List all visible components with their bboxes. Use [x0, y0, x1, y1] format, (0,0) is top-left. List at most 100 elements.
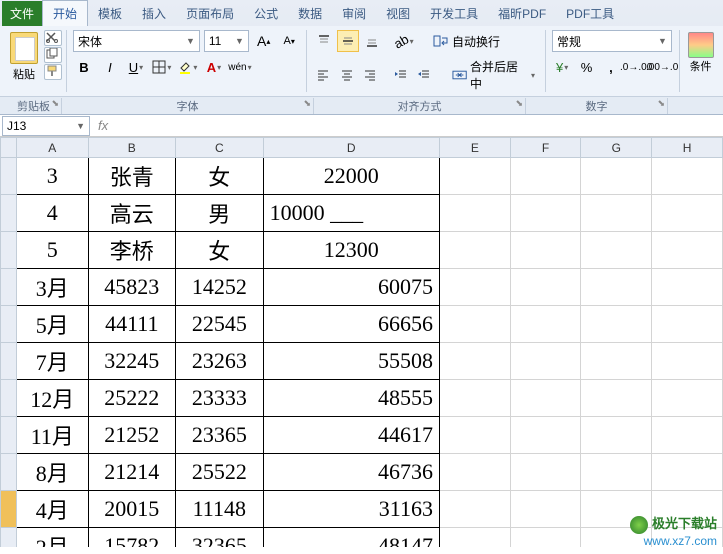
select-all-corner[interactable] [1, 138, 17, 158]
cell[interactable]: 张青 [88, 158, 176, 195]
cell[interactable]: 7月 [17, 343, 88, 380]
cell[interactable] [652, 380, 723, 417]
align-right-button[interactable] [359, 64, 380, 86]
cell[interactable]: 45823 [88, 269, 176, 306]
row-header[interactable] [1, 269, 17, 306]
tab-file[interactable]: 文件 [2, 1, 42, 26]
fx-icon[interactable]: fx [92, 118, 114, 133]
cell[interactable]: 23333 [176, 380, 264, 417]
cell[interactable] [510, 380, 581, 417]
cell[interactable] [510, 232, 581, 269]
cell[interactable]: 31163 [263, 491, 439, 528]
cell[interactable] [510, 195, 581, 232]
cell[interactable] [581, 269, 652, 306]
cell[interactable]: 8月 [17, 454, 88, 491]
tab-view[interactable]: 视图 [376, 1, 420, 26]
row-header[interactable] [1, 306, 17, 343]
formula-bar[interactable] [114, 116, 723, 136]
cell[interactable]: 11148 [176, 491, 264, 528]
cell[interactable] [581, 454, 652, 491]
row-header[interactable] [1, 343, 17, 380]
col-header-G[interactable]: G [581, 138, 652, 158]
col-header-E[interactable]: E [439, 138, 510, 158]
tab-review[interactable]: 审阅 [332, 1, 376, 26]
dialog-launcher-icon[interactable]: ⬊ [515, 98, 523, 109]
cell[interactable] [510, 491, 581, 528]
row-header[interactable] [1, 232, 17, 269]
fill-color-button[interactable]: ▾ [177, 56, 199, 78]
cell[interactable] [652, 306, 723, 343]
cell[interactable]: 11月 [17, 417, 88, 454]
cell[interactable] [439, 269, 510, 306]
cell[interactable]: 15782 [88, 528, 176, 548]
tab-data[interactable]: 数据 [288, 1, 332, 26]
comma-button[interactable]: , [601, 56, 621, 78]
cell[interactable]: 女 [176, 158, 264, 195]
cell[interactable] [439, 380, 510, 417]
cell[interactable] [581, 306, 652, 343]
cell[interactable]: 25522 [176, 454, 264, 491]
percent-button[interactable]: % [576, 56, 596, 78]
dialog-launcher-icon[interactable]: ⬊ [303, 98, 311, 109]
cell[interactable]: 22000 [263, 158, 439, 195]
row-header[interactable] [1, 195, 17, 232]
cell[interactable]: 14252 [176, 269, 264, 306]
align-left-button[interactable] [313, 64, 334, 86]
font-size-select[interactable]: 11 ▼ [204, 30, 249, 52]
increase-indent-button[interactable] [413, 64, 434, 86]
cell[interactable] [581, 380, 652, 417]
col-header-A[interactable]: A [17, 138, 88, 158]
cell[interactable]: 44617 [263, 417, 439, 454]
cell[interactable]: 女 [176, 232, 264, 269]
cell[interactable]: 3月 [17, 269, 88, 306]
cell[interactable]: 32245 [88, 343, 176, 380]
col-header-F[interactable]: F [510, 138, 581, 158]
cell[interactable] [439, 491, 510, 528]
decrease-font-button[interactable]: A▾ [278, 30, 299, 52]
cell[interactable] [581, 417, 652, 454]
cell[interactable]: 12月 [17, 380, 88, 417]
cell[interactable]: 44111 [88, 306, 176, 343]
worksheet-grid[interactable]: A B C D E F G H 3张青女220004高云男10000 ___5李… [0, 137, 723, 547]
cell[interactable] [652, 195, 723, 232]
cell[interactable] [510, 343, 581, 380]
cell[interactable]: 32365 [176, 528, 264, 548]
increase-font-button[interactable]: A▴ [253, 30, 274, 52]
cell[interactable]: 23263 [176, 343, 264, 380]
cell[interactable] [581, 232, 652, 269]
tab-template[interactable]: 模板 [88, 1, 132, 26]
cell[interactable] [510, 158, 581, 195]
phonetic-button[interactable]: wén▾ [229, 56, 251, 78]
cell[interactable]: 12300 [263, 232, 439, 269]
row-header[interactable] [1, 528, 17, 548]
col-header-D[interactable]: D [263, 138, 439, 158]
cell[interactable]: 5月 [17, 306, 88, 343]
align-top-button[interactable] [313, 30, 335, 52]
paste-button[interactable]: 粘贴 [8, 30, 40, 84]
cell[interactable] [510, 528, 581, 548]
cell[interactable]: 4 [17, 195, 88, 232]
cell[interactable] [439, 343, 510, 380]
align-center-button[interactable] [336, 64, 357, 86]
currency-button[interactable]: ¥▾ [552, 56, 572, 78]
increase-decimal-button[interactable]: .0→.00 [625, 56, 647, 78]
row-header[interactable] [1, 380, 17, 417]
row-header[interactable] [1, 491, 17, 528]
dialog-launcher-icon[interactable]: ⬊ [657, 98, 665, 109]
col-header-B[interactable]: B [88, 138, 176, 158]
decrease-decimal-button[interactable]: .00→.0 [651, 56, 673, 78]
cell[interactable] [439, 306, 510, 343]
tab-dev[interactable]: 开发工具 [420, 1, 488, 26]
cell[interactable]: 21214 [88, 454, 176, 491]
col-header-H[interactable]: H [652, 138, 723, 158]
cell[interactable] [652, 158, 723, 195]
row-header[interactable] [1, 417, 17, 454]
cell[interactable] [652, 269, 723, 306]
tab-layout[interactable]: 页面布局 [176, 1, 244, 26]
cell[interactable] [439, 158, 510, 195]
italic-button[interactable]: I [99, 56, 121, 78]
cell[interactable] [652, 343, 723, 380]
cell[interactable]: 李桥 [88, 232, 176, 269]
cell[interactable]: 21252 [88, 417, 176, 454]
decrease-indent-button[interactable] [390, 64, 411, 86]
